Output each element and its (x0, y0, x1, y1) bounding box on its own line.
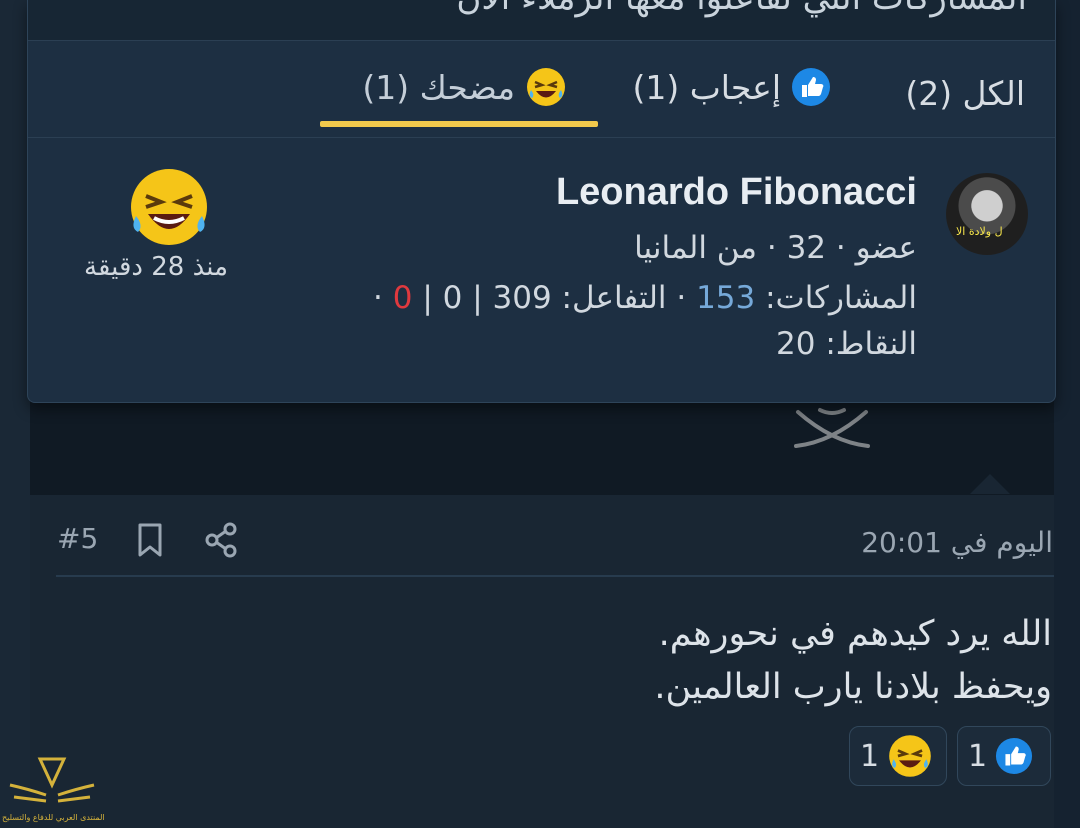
haha-count: 1 (860, 738, 880, 774)
reactor-points: النقاط: 20 (776, 326, 917, 362)
tab-like[interactable]: إعجاب (1) (632, 65, 831, 109)
reactor-username[interactable]: Leonardo Fibonacci (556, 171, 917, 214)
tab-all[interactable]: الكل (2) (905, 71, 1025, 115)
tab-like-label: إعجاب (1) (632, 67, 781, 107)
site-logo-text: المنتدى العربي للدفاع والتسليح (2, 813, 105, 822)
reactor-meta: عضو · 32 · من المانيا (634, 230, 917, 266)
post-body-line: ويحفظ بلادنا يارب العالمين. (654, 667, 1052, 707)
left-rail (0, 0, 30, 828)
avatar-caption: ل ولادة الا (956, 225, 1003, 238)
avatar[interactable]: ل ولادة الا (946, 173, 1028, 255)
reaction-tabs: الكل (2) إعجاب (1) مضحك (1) (28, 41, 1055, 138)
reactor-stats: المشاركات: 153 · التفاعل: 309 | 0 | 0 · (373, 280, 917, 316)
post-number[interactable]: #5 (57, 522, 98, 555)
tooltip-caret (970, 474, 1010, 494)
bookmark-icon[interactable] (135, 522, 165, 558)
tab-haha[interactable]: مضحك (1) (362, 65, 567, 109)
popup-title: المشاركات التي تفاعلوا معها الزملاء الأن (456, 0, 1027, 18)
points-label: النقاط: (825, 326, 917, 362)
post-header-divider (56, 575, 1054, 577)
share-icon[interactable] (204, 522, 238, 558)
like-count: 1 (968, 738, 988, 774)
reactions-count: 309 | 0 | (422, 280, 552, 316)
post-body: الله يرد كيدهم في نحورهم. ويحفظ بلادنا ي… (654, 608, 1052, 714)
right-rail (1054, 0, 1080, 828)
haha-icon (889, 735, 931, 777)
haha-icon (527, 68, 565, 106)
reactions-popup: المشاركات التي تفاعلوا معها الزملاء الأن… (27, 0, 1056, 403)
reaction-time: منذ 28 دقيقة (84, 252, 228, 282)
like-icon (996, 737, 1033, 775)
active-tab-underline (320, 121, 598, 127)
haha-reaction-button[interactable]: 1 (849, 726, 947, 786)
popup-header: المشاركات التي تفاعلوا معها الزملاء الأن (28, 0, 1055, 41)
post-date[interactable]: اليوم في 20:01 (861, 526, 1053, 559)
tab-all-label: الكل (2) (905, 73, 1025, 113)
signature-band (30, 395, 1054, 495)
like-icon (792, 68, 830, 106)
stats-separator: · (373, 280, 383, 316)
swords-watermark-icon (794, 408, 870, 448)
tab-haha-label: مضحك (1) (362, 67, 515, 107)
post-body-line: الله يرد كيدهم في نحورهم. (658, 614, 1052, 654)
reactions-label: · التفاعل: (561, 280, 687, 316)
negative-count: 0 (392, 280, 413, 316)
points-value: 20 (776, 326, 816, 362)
like-reaction-button[interactable]: 1 (957, 726, 1051, 786)
haha-reaction-icon (131, 169, 207, 245)
posts-label: المشاركات: (765, 280, 917, 316)
posts-count[interactable]: 153 (696, 280, 755, 316)
